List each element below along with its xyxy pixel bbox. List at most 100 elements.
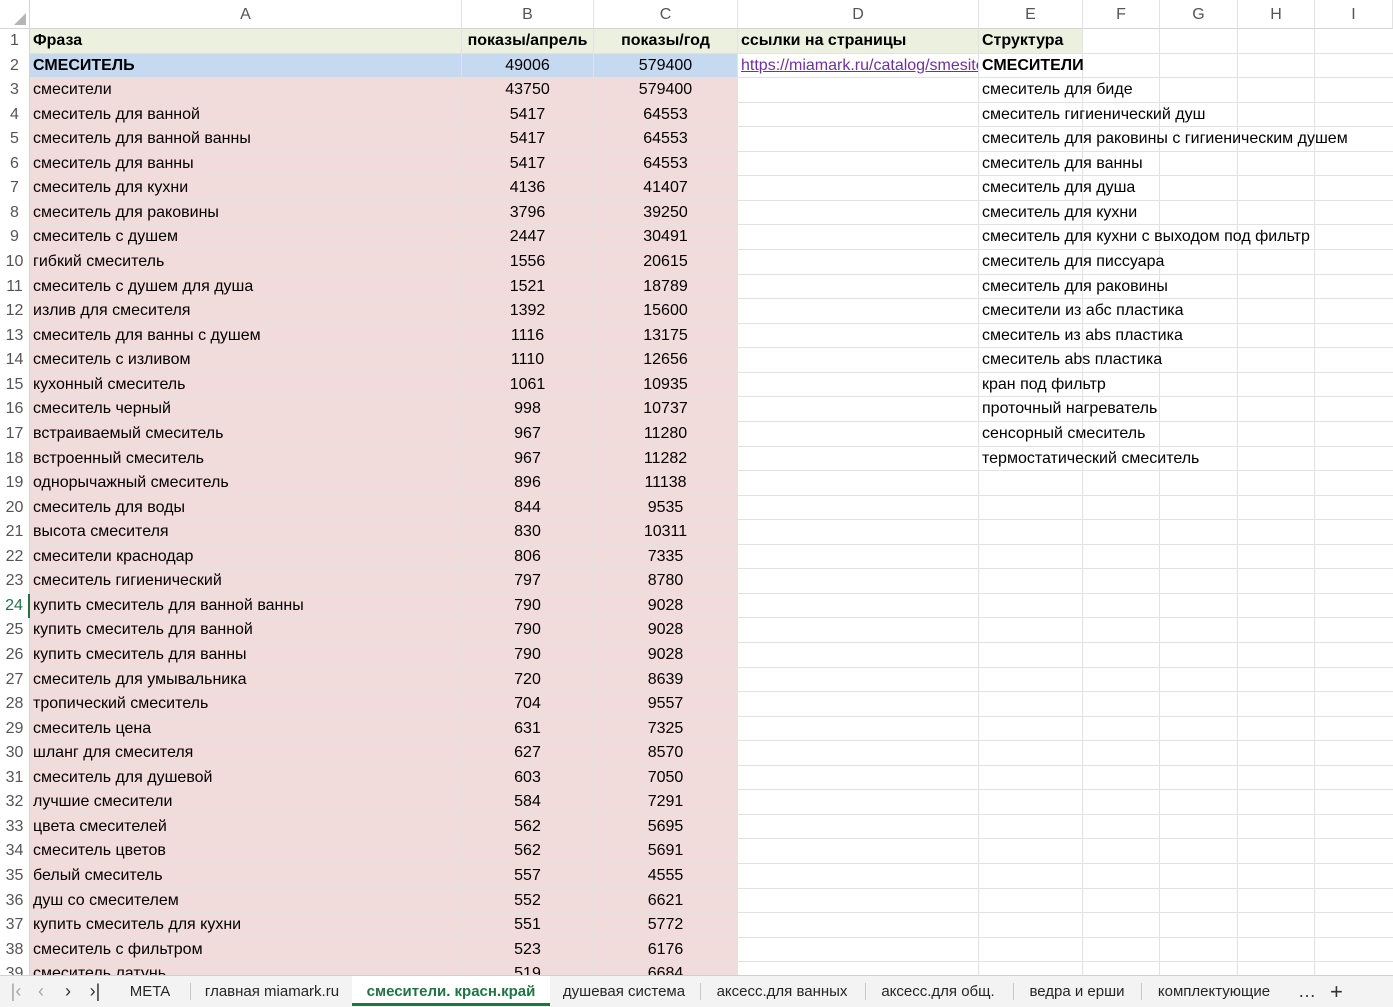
- link-cell[interactable]: [738, 323, 979, 349]
- row-header[interactable]: 31: [0, 765, 30, 791]
- structure-cell[interactable]: проточный нагреватель: [979, 397, 1157, 422]
- phrase-cell[interactable]: смеситель для воды: [30, 495, 462, 521]
- structure-cell[interactable]: [979, 864, 1083, 889]
- year-impressions-cell[interactable]: 64553: [594, 127, 738, 152]
- year-impressions-cell[interactable]: 9535: [594, 495, 738, 521]
- year-impressions-cell[interactable]: 4555: [594, 864, 738, 889]
- structure-cell[interactable]: смеситель для душа: [979, 176, 1135, 201]
- link-cell[interactable]: [738, 544, 979, 570]
- link-cell[interactable]: [738, 421, 979, 447]
- year-impressions-cell[interactable]: 579400: [594, 78, 738, 103]
- phrase-cell[interactable]: цвета смесителей: [30, 814, 462, 840]
- phrase-cell[interactable]: купить смеситель для ванной ванны: [30, 593, 462, 619]
- link-cell[interactable]: [738, 864, 979, 889]
- structure-cell[interactable]: смеситель для раковины с гигиеническим д…: [979, 127, 1348, 152]
- april-impressions-cell[interactable]: 1110: [462, 348, 594, 373]
- row-header[interactable]: 19: [0, 471, 30, 496]
- year-impressions-cell[interactable]: 39250: [594, 200, 738, 226]
- structure-cell[interactable]: термостатический смеситель: [979, 446, 1199, 472]
- link-cell[interactable]: [738, 471, 979, 496]
- sheet-tab[interactable]: главная miamark.ru: [192, 976, 352, 1007]
- april-impressions-cell[interactable]: 584: [462, 790, 594, 815]
- row-header[interactable]: 28: [0, 692, 30, 717]
- year-impressions-cell[interactable]: 12656: [594, 348, 738, 373]
- phrase-cell[interactable]: смеситель с изливом: [30, 348, 462, 373]
- structure-cell[interactable]: [979, 962, 1083, 975]
- april-impressions-cell[interactable]: 790: [462, 593, 594, 619]
- structure-cell[interactable]: [979, 790, 1083, 815]
- column-header[interactable]: G: [1160, 0, 1238, 29]
- year-impressions-cell[interactable]: 64553: [594, 151, 738, 177]
- link-cell[interactable]: [738, 102, 979, 128]
- year-impressions-cell[interactable]: 11282: [594, 446, 738, 472]
- row-header[interactable]: 23: [0, 569, 30, 594]
- year-impressions-cell[interactable]: 13175: [594, 323, 738, 349]
- link-cell[interactable]: [738, 200, 979, 226]
- sheet-tab[interactable]: душевая система: [553, 976, 695, 1007]
- april-impressions-cell[interactable]: 43750: [462, 78, 594, 103]
- year-impressions-cell[interactable]: 9028: [594, 643, 738, 668]
- april-impressions-cell[interactable]: 967: [462, 446, 594, 472]
- row-header[interactable]: 29: [0, 716, 30, 742]
- april-impressions-cell[interactable]: 557: [462, 864, 594, 889]
- link-cell[interactable]: [738, 78, 979, 103]
- year-impressions-cell[interactable]: 41407: [594, 176, 738, 201]
- column-header[interactable]: A: [30, 0, 462, 29]
- sheet-tab[interactable]: аксесс.для ванных: [702, 976, 862, 1007]
- year-impressions-cell[interactable]: 8639: [594, 667, 738, 693]
- row-header[interactable]: 33: [0, 814, 30, 840]
- april-impressions-cell[interactable]: 1521: [462, 274, 594, 300]
- link-cell[interactable]: [738, 250, 979, 275]
- link-cell[interactable]: [738, 593, 979, 619]
- sheet-tab[interactable]: ведра и ерши: [1015, 976, 1139, 1007]
- phrase-cell[interactable]: смесители краснодар: [30, 544, 462, 570]
- row-header[interactable]: 7: [0, 176, 30, 201]
- spreadsheet-grid[interactable]: ABCDEFGHI 1 Фраза показы/апрель показы/год с…: [0, 0, 1393, 975]
- row-header[interactable]: 35: [0, 864, 30, 889]
- row-header[interactable]: 2: [0, 53, 30, 79]
- phrase-cell[interactable]: встраиваемый смеситель: [30, 421, 462, 447]
- link-cell[interactable]: [738, 397, 979, 422]
- phrase-cell[interactable]: смеситель для кухни: [30, 176, 462, 201]
- april-impressions-cell[interactable]: 562: [462, 814, 594, 840]
- structure-cell[interactable]: смеситель для раковины: [979, 274, 1168, 300]
- phrase-cell[interactable]: купить смеситель для ванны: [30, 643, 462, 668]
- structure-cell[interactable]: кран под фильтр: [979, 372, 1106, 398]
- link-cell[interactable]: [738, 569, 979, 594]
- phrase-cell[interactable]: смеситель цена: [30, 716, 462, 742]
- row-header[interactable]: 26: [0, 643, 30, 668]
- phrase-cell[interactable]: купить смеситель для ванной: [30, 618, 462, 643]
- april-impressions-cell[interactable]: 790: [462, 643, 594, 668]
- year-impressions-cell[interactable]: 10311: [594, 520, 738, 545]
- header-phrase-cell[interactable]: Фраза: [30, 29, 462, 54]
- column-header[interactable]: F: [1083, 0, 1160, 29]
- phrase-cell[interactable]: шланг для смесителя: [30, 741, 462, 766]
- phrase-cell[interactable]: встроенный смеситель: [30, 446, 462, 472]
- link-cell[interactable]: [738, 618, 979, 643]
- link-cell[interactable]: [738, 716, 979, 742]
- structure-cell[interactable]: [979, 495, 1083, 521]
- april-impressions-cell[interactable]: 519: [462, 962, 594, 975]
- sheet-tab[interactable]: аксесс.для общ.: [867, 976, 1009, 1007]
- structure-cell[interactable]: [979, 741, 1083, 766]
- link-cell[interactable]: [738, 962, 979, 975]
- april-impressions-cell[interactable]: 844: [462, 495, 594, 521]
- prev-sheet-nav-icon[interactable]: ‹: [28, 976, 54, 1007]
- structure-cell[interactable]: [979, 618, 1083, 643]
- last-sheet-nav-icon[interactable]: ›|: [82, 976, 108, 1007]
- phrase-cell[interactable]: высота смесителя: [30, 520, 462, 545]
- year-impressions-cell[interactable]: 9028: [594, 618, 738, 643]
- april-impressions-cell[interactable]: 627: [462, 741, 594, 766]
- header-year-impressions-cell[interactable]: показы/год: [594, 29, 738, 54]
- year-impressions-cell[interactable]: 64553: [594, 102, 738, 128]
- sheet-tab[interactable]: комплектующие: [1143, 976, 1285, 1007]
- structure-cell[interactable]: смеситель гигиенический душ: [979, 102, 1205, 128]
- year-impressions-cell[interactable]: 15600: [594, 299, 738, 324]
- link-cell[interactable]: [738, 741, 979, 766]
- year-impressions-cell[interactable]: 7335: [594, 544, 738, 570]
- row-header[interactable]: 34: [0, 839, 30, 865]
- link-cell[interactable]: [738, 814, 979, 840]
- row-header[interactable]: 4: [0, 102, 30, 128]
- first-sheet-nav-icon[interactable]: |‹: [3, 976, 29, 1007]
- column-header[interactable]: B: [462, 0, 594, 29]
